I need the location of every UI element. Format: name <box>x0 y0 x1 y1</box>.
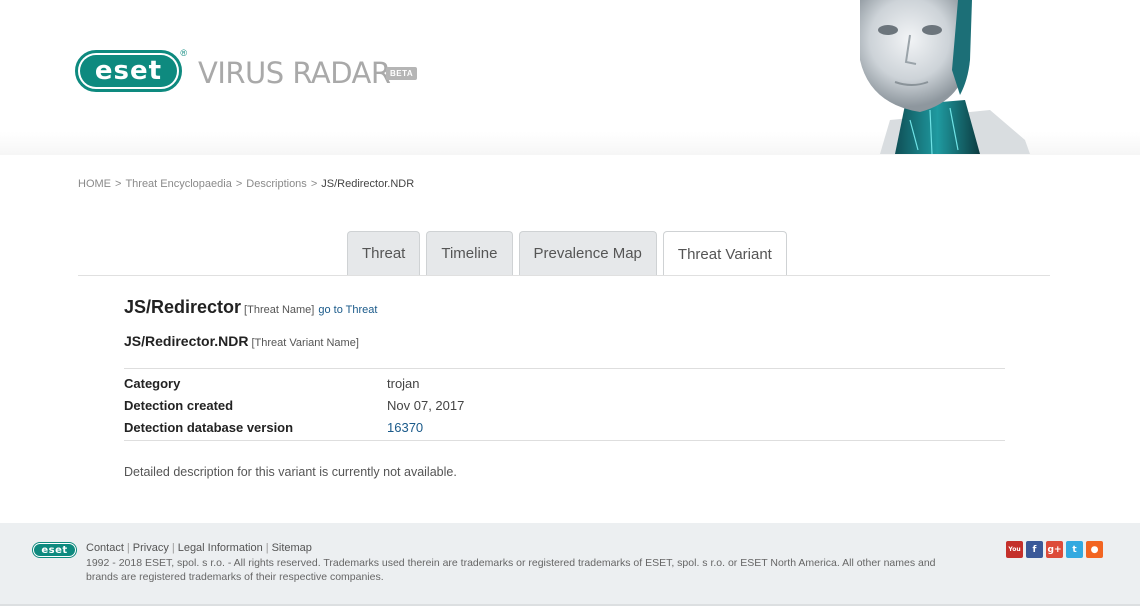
go-to-threat-link[interactable]: go to Threat <box>318 304 377 316</box>
threat-variant-name: JS/Redirector.NDR <box>124 333 249 349</box>
breadcrumb-descriptions[interactable]: Descriptions <box>246 178 307 190</box>
info-label: Detection database version <box>124 419 294 435</box>
info-value-category: trojan <box>387 375 420 391</box>
social-links: You f g+ t ● <box>1006 541 1106 558</box>
threat-variant-panel: JS/Redirector [Threat Name] go to Threat… <box>124 297 1005 479</box>
breadcrumb-separator: > <box>235 178 243 190</box>
rss-icon[interactable]: ● <box>1086 541 1103 558</box>
beta-badge: BETA <box>386 67 418 80</box>
tab-bar: Threat Timeline Prevalence Map Threat Va… <box>347 231 787 276</box>
footer-copyright: 1992 - 2018 ESET, spol. s r.o. - All rig… <box>86 557 936 583</box>
variant-name-row: JS/Redirector.NDR [Threat Variant Name] <box>124 333 1005 349</box>
tab-threat-variant[interactable]: Threat Variant <box>662 231 787 276</box>
breadcrumb-separator: > <box>310 178 318 190</box>
breadcrumb-current: JS/Redirector.NDR <box>321 178 415 190</box>
info-label: Category <box>124 375 181 391</box>
eset-logo-text: eset <box>80 55 177 87</box>
threat-name-row: JS/Redirector [Threat Name] go to Threat <box>124 297 1005 323</box>
info-label: Detection created <box>124 397 234 413</box>
tab-prevalence-map[interactable]: Prevalence Map <box>518 231 657 275</box>
threat-name: JS/Redirector <box>124 297 242 317</box>
android-head-illustration <box>860 0 1030 154</box>
tab-divider <box>78 275 1050 276</box>
info-row-detection-created: Detection created Nov 07, 2017 <box>124 394 1005 416</box>
eset-logo[interactable]: eset ® <box>75 48 187 92</box>
facebook-icon[interactable]: f <box>1026 541 1043 558</box>
footer-link-privacy[interactable]: Privacy <box>133 542 169 554</box>
breadcrumb-threat-encyclopaedia[interactable]: Threat Encyclopaedia <box>125 178 231 190</box>
footer-link-sitemap[interactable]: Sitemap <box>272 542 312 554</box>
youtube-icon[interactable]: You <box>1006 541 1023 558</box>
twitter-icon[interactable]: t <box>1066 541 1083 558</box>
breadcrumb-home[interactable]: HOME <box>78 178 111 190</box>
info-row-database-version: Detection database version 16370 <box>124 416 1005 438</box>
info-row-category: Category trojan <box>124 372 1005 394</box>
registered-mark: ® <box>180 48 187 58</box>
variant-description: Detailed description for this variant is… <box>124 465 457 479</box>
database-version-link[interactable]: 16370 <box>387 420 423 435</box>
footer-logo-text: eset <box>34 544 75 556</box>
site-footer: eset Contact | Privacy | Legal Information | S… <box>0 523 1140 606</box>
threat-name-tag: [Threat Name] <box>244 304 315 316</box>
site-header: eset ® VIRUS RADAR BETA <box>0 0 1140 155</box>
link-divider: | <box>126 542 130 554</box>
info-value-detection-created: Nov 07, 2017 <box>387 397 465 413</box>
link-divider: | <box>171 542 175 554</box>
breadcrumb: HOME > Threat Encyclopaedia > Descriptions > J… <box>78 178 414 190</box>
detection-info-table: Category trojan Detection created Nov 07… <box>124 368 1005 441</box>
site-title: VIRUS RADAR <box>198 56 391 90</box>
tab-threat[interactable]: Threat <box>347 231 421 275</box>
threat-variant-tag: [Threat Variant Name] <box>251 337 359 349</box>
footer-links: Contact | Privacy | Legal Information | Sitema… <box>86 542 312 554</box>
footer-link-contact[interactable]: Contact <box>86 542 124 554</box>
footer-eset-logo[interactable]: eset <box>32 542 77 558</box>
footer-link-legal[interactable]: Legal Information <box>178 542 263 554</box>
link-divider: | <box>265 542 269 554</box>
google-plus-icon[interactable]: g+ <box>1046 541 1063 558</box>
breadcrumb-separator: > <box>115 178 122 190</box>
tab-timeline[interactable]: Timeline <box>426 231 513 275</box>
